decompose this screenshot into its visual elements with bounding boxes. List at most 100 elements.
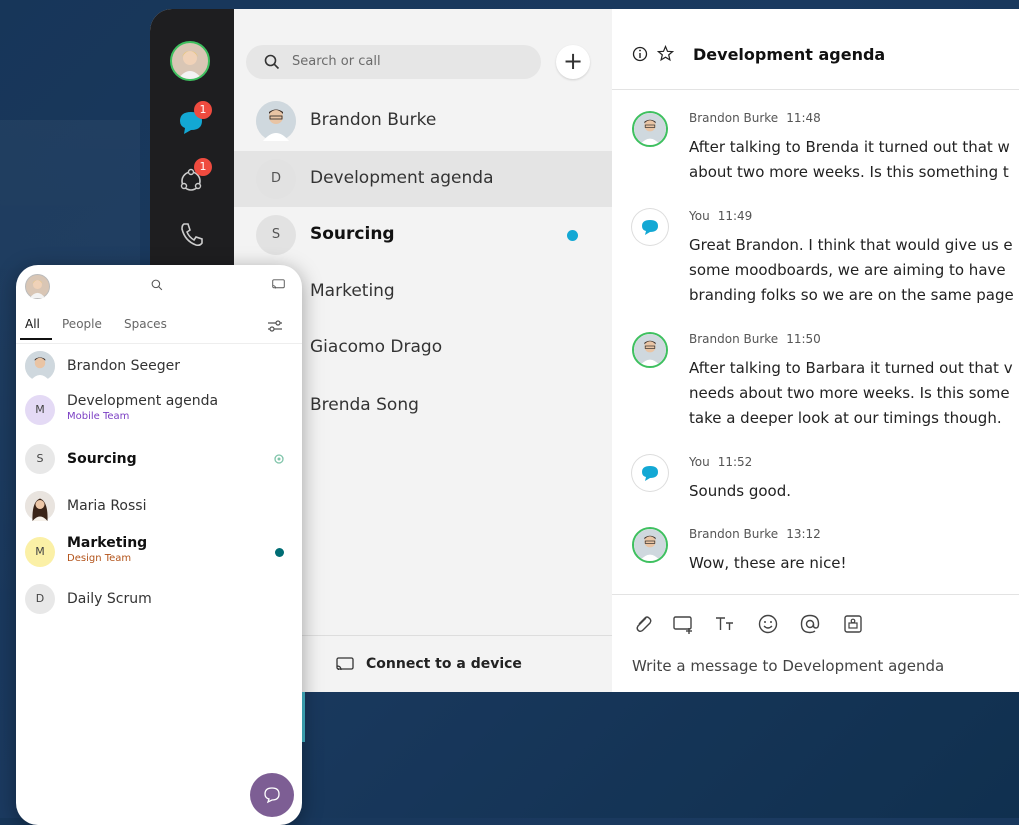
message-text: Sounds good. <box>689 479 1019 504</box>
item-name: Daily Scrum <box>67 591 152 607</box>
item-name: Maria Rossi <box>67 498 147 514</box>
list-item[interactable]: D Daily Scrum <box>16 580 302 620</box>
message-line: some moodboards, we are aiming to have <box>689 261 1006 279</box>
message-time: 11:52 <box>717 455 753 469</box>
message-line: about two more weeks. Is this something … <box>689 163 1009 181</box>
space-row[interactable]: Brandon Burke <box>234 93 612 149</box>
message-author: Brandon Burke <box>689 111 779 125</box>
message-text: Great Brandon. I think that would give u… <box>689 233 1019 308</box>
message-time: 11:50 <box>786 332 821 346</box>
list-item[interactable]: Maria Rossi <box>16 487 302 527</box>
list-item[interactable]: M Development agenda Mobile Team <box>16 391 302 431</box>
phone-icon[interactable] <box>176 219 208 251</box>
avatar: D <box>256 159 296 199</box>
chat-bubble-icon <box>632 455 668 491</box>
item-name: Sourcing <box>67 451 137 467</box>
message-time: 13:12 <box>786 527 821 541</box>
space-row-selected[interactable]: D Development agenda <box>234 151 612 207</box>
avatar: S <box>25 444 55 474</box>
emoji-icon[interactable] <box>757 613 779 635</box>
tab-spaces[interactable]: Spaces <box>124 317 167 331</box>
tab-all[interactable]: All <box>25 317 40 331</box>
unread-dot <box>567 230 578 241</box>
new-chat-icon <box>264 787 280 804</box>
search-icon[interactable] <box>151 279 163 291</box>
chat-title: Development agenda <box>693 45 886 64</box>
avatar: D <box>25 584 55 614</box>
filter-icon[interactable] <box>267 319 283 333</box>
space-name: Development agenda <box>310 168 494 188</box>
space-name: Sourcing <box>310 224 395 244</box>
status-icon <box>274 454 284 464</box>
avatar: M <box>25 395 55 425</box>
attach-icon[interactable] <box>632 613 654 635</box>
teams-icon[interactable]: 1 <box>176 158 212 196</box>
add-button[interactable]: + <box>556 45 590 79</box>
chat-header: Development agenda <box>612 9 1019 90</box>
chat-badge: 1 <box>194 101 212 119</box>
message-text: After talking to Barbara it turned out t… <box>689 356 1019 431</box>
cast-icon[interactable] <box>272 279 285 290</box>
format-text-icon[interactable] <box>714 613 736 635</box>
avatar: M <box>25 537 55 567</box>
connect-label: Connect to a device <box>366 656 522 672</box>
avatar <box>632 527 668 563</box>
chat-bubble-icon <box>632 209 668 245</box>
message-author: You <box>689 455 710 469</box>
item-name: Development agenda <box>67 393 219 409</box>
space-row[interactable]: S Sourcing <box>234 207 612 263</box>
message-meta: Brandon Burke 11:48 <box>689 111 821 125</box>
compose-toolbar <box>612 594 1019 645</box>
active-tab-underline <box>20 338 52 340</box>
user-avatar[interactable] <box>170 41 210 81</box>
search-icon <box>264 54 280 70</box>
message-text: Wow, these are nice! <box>689 551 1019 576</box>
message-meta: You 11:49 <box>689 209 752 223</box>
message-line: After talking to Barbara it turned out t… <box>689 359 1013 377</box>
avatar <box>256 101 296 141</box>
item-team: Mobile Team <box>67 411 130 422</box>
filter-tabs: All People Spaces <box>16 313 302 344</box>
message-line: After talking to Brenda it turned out th… <box>689 138 1010 156</box>
new-chat-button[interactable] <box>250 773 294 817</box>
teams-badge: 1 <box>194 158 212 176</box>
item-name: Marketing <box>67 535 148 551</box>
message-input[interactable]: Write a message to Development agenda <box>632 657 944 675</box>
space-name: Brandon Burke <box>310 110 437 130</box>
list-item[interactable]: Brandon Seeger <box>16 347 302 387</box>
cast-icon <box>336 657 354 671</box>
message-line: Great Brandon. I think that would give u… <box>689 236 1013 254</box>
space-name: Giacomo Drago <box>310 337 443 357</box>
message-line: Sounds good. <box>689 482 791 500</box>
message-author: You <box>689 209 710 223</box>
message-author: Brandon Burke <box>689 332 779 346</box>
message-author: Brandon Burke <box>689 527 779 541</box>
message-meta: Brandon Burke 11:50 <box>689 332 821 346</box>
mobile-app: All People Spaces Brandon Seeger M Devel… <box>16 265 302 825</box>
avatar <box>632 111 668 147</box>
chat-pane: Development agenda Brandon Burke 11:48 Af… <box>612 9 1019 692</box>
message-line: needs about two more weeks. Is this some <box>689 384 1010 402</box>
avatar <box>25 491 55 521</box>
search-input[interactable]: Search or call <box>246 45 541 79</box>
whiteboard-icon[interactable] <box>672 613 694 635</box>
space-name: Brenda Song <box>310 395 419 415</box>
chat-bubble-icon[interactable]: 1 <box>176 101 212 139</box>
info-icon[interactable] <box>632 46 648 62</box>
message-text: After talking to Brenda it turned out th… <box>689 135 1019 185</box>
space-name: Marketing <box>310 281 395 301</box>
user-avatar[interactable] <box>25 274 50 299</box>
message-line: Wow, these are nice! <box>689 554 847 572</box>
share-icon[interactable] <box>842 613 864 635</box>
item-name: Brandon Seeger <box>67 358 180 374</box>
message-line: take a deeper look at our timings though… <box>689 409 1002 427</box>
unread-dot <box>275 548 284 557</box>
list-item[interactable]: S Sourcing <box>16 440 302 480</box>
list-item[interactable]: M Marketing Design Team <box>16 533 302 573</box>
mention-icon[interactable] <box>799 613 821 635</box>
message-time: 11:48 <box>786 111 821 125</box>
item-team: Design Team <box>67 553 132 564</box>
star-icon[interactable] <box>657 45 674 62</box>
avatar <box>25 351 55 381</box>
tab-people[interactable]: People <box>62 317 102 331</box>
